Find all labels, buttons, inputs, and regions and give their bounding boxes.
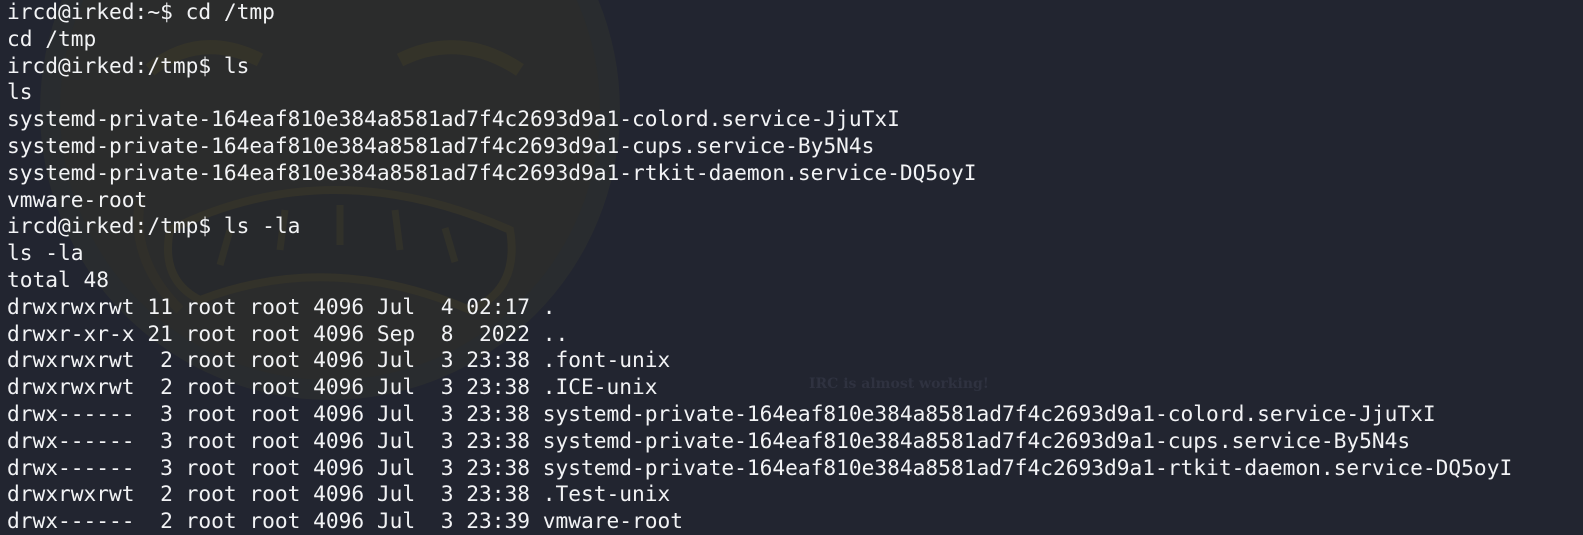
terminal-line: systemd-private-164eaf810e384a8581ad7f4c… xyxy=(7,159,977,185)
terminal-line: drwxrwxrwt 2 root root 4096 Jul 3 23:38 … xyxy=(7,374,658,400)
terminal-line: drwxrwxrwt 11 root root 4096 Jul 4 02:17… xyxy=(7,293,556,319)
terminal-line: systemd-private-164eaf810e384a8581ad7f4c… xyxy=(7,132,875,158)
terminal-line: vmware-root xyxy=(7,186,148,212)
terminal-line: ls -la xyxy=(7,240,84,266)
terminal-line: ircd@irked:~$ cd /tmp xyxy=(7,0,275,24)
terminal-line: drwxrwxrwt 2 root root 4096 Jul 3 23:38 … xyxy=(7,347,671,373)
terminal-line: drwx------ 3 root root 4096 Jul 3 23:38 … xyxy=(7,427,1411,453)
terminal-line: total 48 xyxy=(7,266,110,292)
terminal-output[interactable]: ircd@irked:~$ cd /tmp cd /tmp ircd@irked:/… xyxy=(7,0,1512,535)
terminal-line: cd /tmp xyxy=(7,25,97,51)
terminal-line: ircd@irked:/tmp$ ls xyxy=(7,52,250,78)
terminal-line: drwx------ 3 root root 4096 Jul 3 23:38 … xyxy=(7,400,1436,426)
terminal-line: ls xyxy=(7,79,33,105)
terminal-line: drwx------ 2 root root 4096 Jul 3 23:39 … xyxy=(7,508,684,534)
terminal-line: drwxrwxrwt 2 root root 4096 Jul 3 23:38 … xyxy=(7,481,671,507)
terminal-line: ircd@irked:/tmp$ ls -la xyxy=(7,213,301,239)
terminal-line: systemd-private-164eaf810e384a8581ad7f4c… xyxy=(7,106,900,132)
terminal-window[interactable]: IRC is almost working! ircd@irked:~$ cd … xyxy=(0,0,1583,535)
terminal-line: drwxr-xr-x 21 root root 4096 Sep 8 2022 … xyxy=(7,320,569,346)
terminal-line: drwx------ 3 root root 4096 Jul 3 23:38 … xyxy=(7,454,1513,480)
